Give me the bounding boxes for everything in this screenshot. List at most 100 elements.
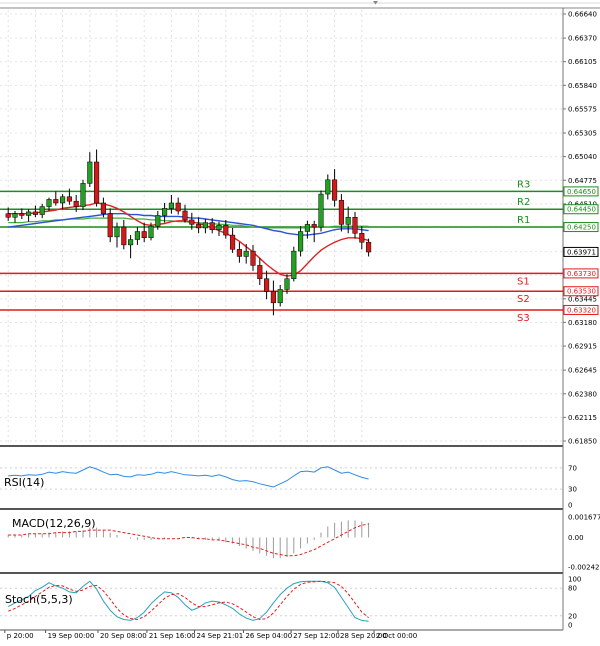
price-tick-label: 0.65840	[568, 82, 597, 90]
level-price-tag-text: 0.63320	[567, 306, 596, 314]
candle-bearish	[53, 199, 59, 204]
time-axis: p 20:00 19 Sep 00:00 20 Sep 08:00 21 Sep 16…	[4, 630, 417, 640]
time-tick-label: 2 Oct 00:00	[376, 632, 417, 640]
price-tick-label: 0.62115	[568, 414, 597, 422]
time-tick-label: 20 Sep 08:00	[100, 632, 147, 640]
candle-bullish	[128, 239, 134, 246]
level-label-r2: R2	[517, 197, 530, 208]
candle-bearish	[196, 224, 202, 229]
candle-bullish	[325, 179, 331, 195]
candle-bullish	[26, 211, 32, 216]
macd-tick-label: 0.001677	[568, 514, 600, 522]
candle-bearish	[338, 200, 344, 225]
stoch-label: Stoch(5,5,3)	[5, 593, 73, 606]
candle-bullish	[134, 231, 140, 240]
candle-bearish	[100, 202, 106, 214]
level-label-r1: R1	[517, 215, 530, 226]
time-tick-label: 27 Sep 12:00	[293, 632, 340, 640]
rsi-tick-label: 70	[568, 464, 577, 472]
macd-tick-label: -0.002421	[568, 564, 600, 572]
stoch-panel: 10080 20 0	[0, 576, 581, 630]
candle-bearish	[352, 216, 358, 234]
price-tick-label: 0.66640	[568, 11, 597, 19]
macd-panel: 0.001677 0.00 -0.002421	[7, 514, 600, 572]
candle-bearish	[264, 278, 270, 292]
candle-bearish	[236, 249, 242, 257]
stoch-tick-label: 0	[568, 622, 572, 630]
candle-bullish	[148, 225, 154, 239]
stoch-tick-label: 100	[568, 576, 581, 584]
level-label-s3: S3	[517, 313, 530, 324]
candle-bearish	[250, 250, 256, 266]
candle-bullish	[39, 206, 45, 215]
candle-bullish	[284, 278, 290, 290]
candle-bullish	[168, 202, 174, 209]
level-price-tags: 0.64650 0.64450 0.64250 0.63730 0.63530 0.633…	[563, 186, 599, 315]
candle-bearish	[73, 200, 79, 207]
time-tick-label: 19 Sep 00:00	[48, 632, 95, 640]
candle-bullish	[318, 193, 324, 228]
candle-bullish	[87, 161, 93, 184]
level-price-tag-text: 0.64250	[567, 224, 596, 232]
candle-bearish	[94, 161, 100, 204]
candle-bearish	[141, 231, 147, 239]
candle-bearish	[366, 241, 372, 253]
rsi-line	[8, 466, 369, 488]
candle-bullish	[345, 216, 351, 225]
level-label-s1: S1	[517, 276, 530, 287]
candle-bearish	[209, 222, 215, 230]
candle-bearish	[270, 290, 276, 304]
candle-bearish	[32, 211, 38, 215]
price-tick-label: 0.66105	[568, 58, 597, 66]
time-tick-label: 21 Sep 16:00	[149, 632, 196, 640]
level-label-s2: S2	[517, 294, 530, 305]
candle-bullish	[304, 224, 310, 232]
candle-bearish	[223, 225, 229, 236]
candle-bearish	[19, 213, 25, 216]
candle-bearish	[175, 202, 181, 212]
candle-bullish	[12, 213, 18, 218]
price-tick-label: 0.62915	[568, 343, 597, 351]
candle-bullish	[46, 199, 52, 207]
candle-bearish	[66, 196, 72, 202]
candle-bearish	[311, 224, 317, 228]
candle-bearish	[182, 210, 188, 221]
candle-bullish	[243, 250, 249, 257]
candle-bearish	[332, 179, 338, 201]
level-price-tag-text: 0.64450	[567, 206, 596, 214]
candle-bullish	[202, 222, 208, 229]
candle-bullish	[155, 215, 161, 227]
current-price-text: 0.63971	[567, 248, 596, 256]
price-tick-label: 0.65305	[568, 130, 597, 138]
stoch-tick-label: 20	[568, 612, 577, 620]
candle-bearish	[189, 219, 195, 225]
rsi-panel: 70 30 0	[0, 464, 577, 510]
candle-bullish	[216, 225, 222, 230]
candle-bearish	[107, 213, 113, 238]
rsi-tick-label: 30	[568, 486, 577, 494]
price-tick-label: 0.63180	[568, 319, 597, 327]
top-toolbar	[0, 1, 600, 9]
level-price-tag-text: 0.63730	[567, 270, 596, 278]
price-tick-label: 0.63445	[568, 295, 597, 303]
candlesticks	[5, 149, 372, 316]
price-tick-label: 0.62380	[568, 390, 597, 398]
candle-bullish	[60, 196, 66, 204]
candle-bearish	[121, 226, 127, 246]
rsi-tick-label: 0	[568, 502, 572, 510]
candle-bearish	[257, 265, 263, 280]
forex-chart: R3 R2 R1 S1 S2 S3 0.66640 0.66370 0.66105 0.6584…	[0, 1, 600, 640]
candle-bullish	[291, 250, 297, 280]
price-tick-label: 0.65575	[568, 105, 597, 113]
level-price-tag-text: 0.63530	[567, 288, 596, 296]
candle-bullish	[277, 289, 283, 304]
time-tick-label: 24 Sep 21:01	[197, 632, 244, 640]
macd-tick-label: 0.00	[568, 534, 584, 542]
price-tick-label: 0.62645	[568, 367, 597, 375]
time-tick-label: p 20:00	[7, 632, 34, 640]
price-tick-label: 0.64775	[568, 177, 597, 185]
price-tick-label: 0.66370	[568, 35, 597, 43]
level-price-tag-text: 0.64650	[567, 188, 596, 196]
candle-bullish	[298, 231, 304, 252]
price-tick-label: 0.61850	[568, 438, 597, 446]
